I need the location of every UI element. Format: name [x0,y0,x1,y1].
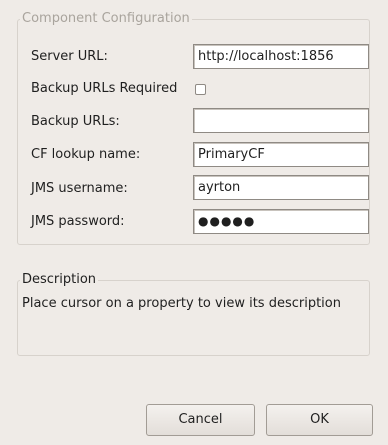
cf-lookup-name-field[interactable]: PrimaryCF [193,142,369,167]
jms-username-field[interactable]: ayrton [193,175,369,200]
component-configuration-title: Component Configuration [20,10,192,28]
jms-password-mask: ●●●●● [198,214,256,228]
server-url-label: Server URL: [31,49,108,64]
description-title: Description [20,271,99,289]
backup-urls-field[interactable] [193,108,369,133]
backup-urls-required-checkbox[interactable] [195,84,206,95]
backup-urls-label: Backup URLs: [31,114,120,129]
ok-button[interactable]: OK [266,404,373,436]
jms-username-label: JMS username: [31,181,128,196]
backup-urls-required-label: Backup URLs Required [31,81,178,96]
description-text: Place cursor on a property to view its d… [22,296,341,311]
jms-password-field[interactable]: ●●●●● [193,209,369,234]
server-url-field[interactable]: http://localhost:1856 [193,44,369,69]
jms-password-label: JMS password: [31,214,125,229]
cf-lookup-name-label: CF lookup name: [31,147,141,162]
component-configuration-dialog: Component Configuration Server URL: http… [0,0,388,445]
cancel-button[interactable]: Cancel [146,404,255,436]
description-group: Description [17,271,370,356]
